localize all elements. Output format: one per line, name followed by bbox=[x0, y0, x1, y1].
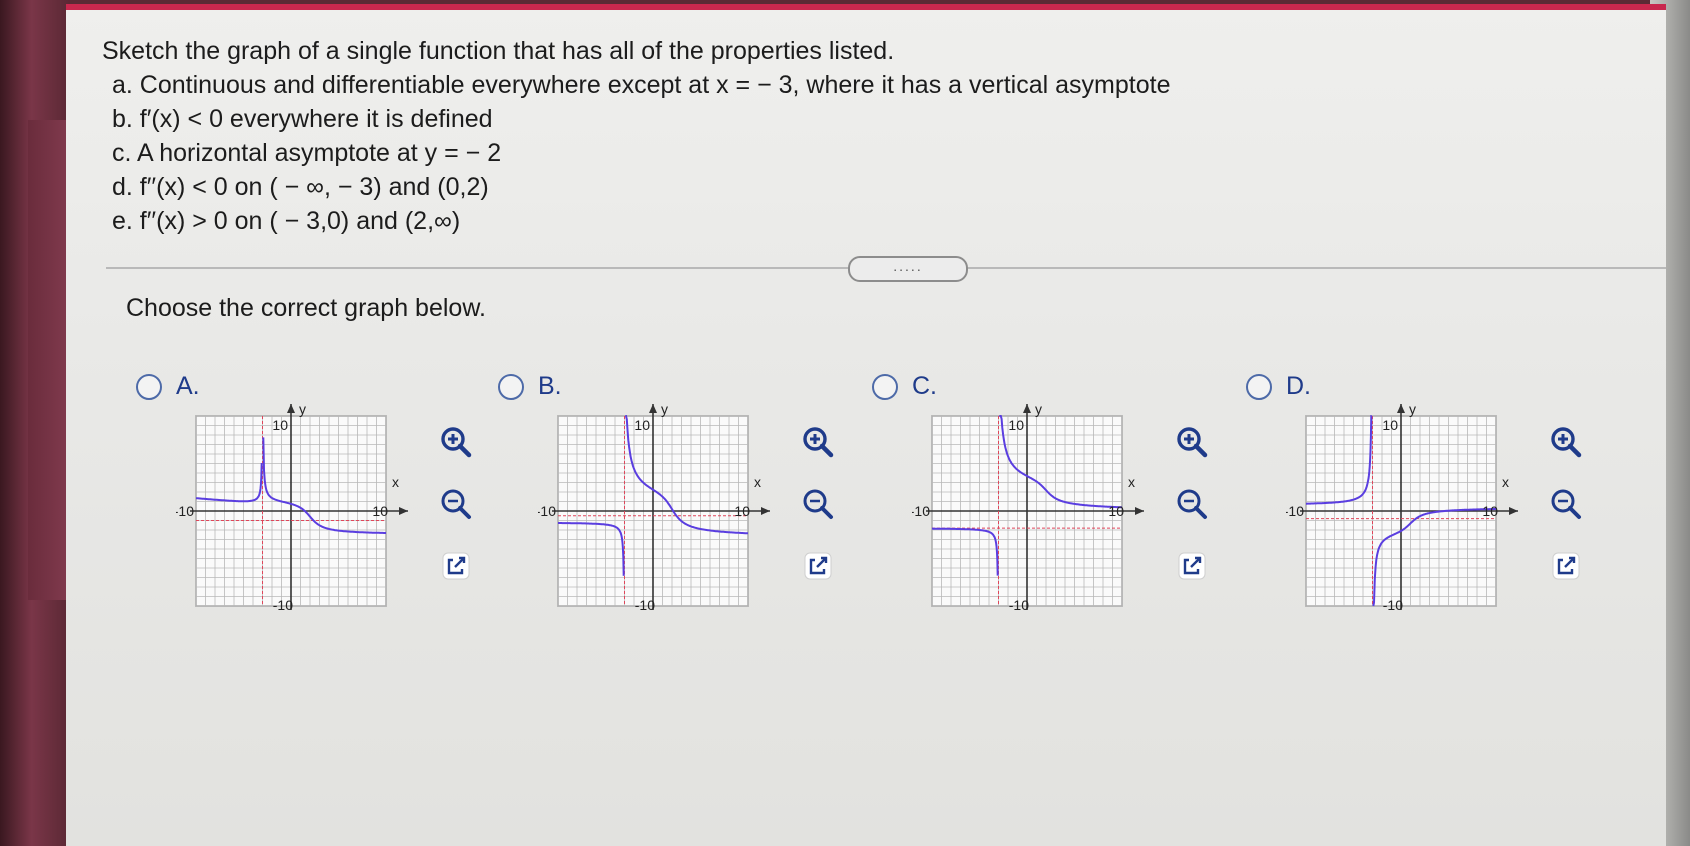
tick-label-top: 10 bbox=[634, 417, 650, 433]
option-label: D. bbox=[1286, 372, 1311, 400]
tick-label-left: -10 bbox=[538, 503, 556, 519]
tick-label-right: 10 bbox=[372, 503, 388, 519]
tick-label-right: 10 bbox=[1108, 503, 1124, 519]
y-axis-label: y bbox=[1035, 402, 1042, 417]
x-axis-label: x bbox=[1128, 474, 1135, 490]
property-b: b. f′(x) < 0 everywhere it is defined bbox=[112, 105, 493, 133]
graph-plot: yx10-10-1010 bbox=[1284, 401, 1518, 613]
tick-label-left: -10 bbox=[1286, 503, 1304, 519]
x-axis-arrow bbox=[1135, 507, 1144, 515]
tick-label-bottom: -10 bbox=[273, 597, 293, 613]
graph-plot: yx10-10-1010 bbox=[910, 401, 1144, 613]
screen: Sketch the graph of a single function th… bbox=[66, 4, 1666, 846]
graph-option-d: yx10-10-1010 bbox=[1284, 401, 1526, 627]
graph-plot: yx10-10-1010 bbox=[536, 401, 770, 613]
question-title: Sketch the graph of a single function th… bbox=[102, 37, 895, 65]
y-axis-arrow bbox=[1023, 404, 1031, 413]
tick-label-bottom: -10 bbox=[635, 597, 655, 613]
tick-label-bottom: -10 bbox=[1009, 597, 1029, 613]
question-text: Sketch the graph of a single function th… bbox=[102, 34, 1170, 238]
tick-label-right: 10 bbox=[1482, 503, 1498, 519]
x-axis-arrow bbox=[399, 507, 408, 515]
graph-option-c: yx10-10-1010 bbox=[910, 401, 1152, 627]
radio-button[interactable] bbox=[872, 373, 898, 400]
x-axis-arrow bbox=[1509, 507, 1518, 515]
tick-label-left: -10 bbox=[176, 503, 194, 519]
property-a: a. Continuous and differentiable everywh… bbox=[112, 71, 1171, 99]
x-axis-arrow bbox=[761, 507, 770, 515]
tick-label-bottom: -10 bbox=[1383, 597, 1403, 613]
option-label: B. bbox=[538, 372, 562, 400]
zoom-in-icon[interactable] bbox=[1172, 422, 1212, 462]
tick-label-top: 10 bbox=[1382, 417, 1398, 433]
property-e: e. f′′(x) > 0 on ( − 3,0) and (2,∞) bbox=[112, 207, 461, 235]
zoom-in-icon[interactable] bbox=[1546, 422, 1586, 462]
radio-button[interactable] bbox=[136, 373, 162, 400]
top-accent-bar bbox=[66, 4, 1666, 10]
y-axis-label: y bbox=[299, 402, 306, 417]
option-label: A. bbox=[176, 372, 200, 400]
radio-button[interactable] bbox=[1246, 373, 1272, 400]
choose-prompt: Choose the correct graph below. bbox=[126, 294, 486, 322]
y-axis-arrow bbox=[1397, 404, 1405, 413]
property-d: d. f′′(x) < 0 on ( − ∞, − 3) and (0,2) bbox=[112, 173, 489, 201]
zoom-out-icon[interactable] bbox=[436, 484, 476, 524]
tick-label-top: 10 bbox=[1008, 417, 1024, 433]
graph-option-a: yx10-10-1010 bbox=[174, 401, 416, 627]
radio-button[interactable] bbox=[498, 373, 524, 400]
y-axis-arrow bbox=[287, 404, 295, 413]
graph-option-b: yx10-10-1010 bbox=[536, 401, 778, 627]
tick-label-left: -10 bbox=[912, 503, 930, 519]
external-link-icon[interactable] bbox=[798, 546, 838, 586]
x-axis-label: x bbox=[754, 474, 761, 490]
x-axis-label: x bbox=[1502, 474, 1509, 490]
graph-plot: yx10-10-1010 bbox=[174, 401, 408, 613]
zoom-out-icon[interactable] bbox=[798, 484, 838, 524]
tick-label-top: 10 bbox=[272, 417, 288, 433]
zoom-in-icon[interactable] bbox=[798, 422, 838, 462]
y-axis-label: y bbox=[1409, 402, 1416, 417]
y-axis-label: y bbox=[661, 402, 668, 417]
external-link-icon[interactable] bbox=[436, 546, 476, 586]
expand-button[interactable]: ..... bbox=[848, 256, 968, 282]
zoom-out-icon[interactable] bbox=[1172, 484, 1212, 524]
zoom-in-icon[interactable] bbox=[436, 422, 476, 462]
zoom-out-icon[interactable] bbox=[1546, 484, 1586, 524]
tick-label-right: 10 bbox=[734, 503, 750, 519]
x-axis-label: x bbox=[392, 474, 399, 490]
external-link-icon[interactable] bbox=[1546, 546, 1586, 586]
property-c: c. A horizontal asymptote at y = − 2 bbox=[112, 139, 502, 167]
y-axis-arrow bbox=[649, 404, 657, 413]
external-link-icon[interactable] bbox=[1172, 546, 1212, 586]
option-label: C. bbox=[912, 372, 937, 400]
